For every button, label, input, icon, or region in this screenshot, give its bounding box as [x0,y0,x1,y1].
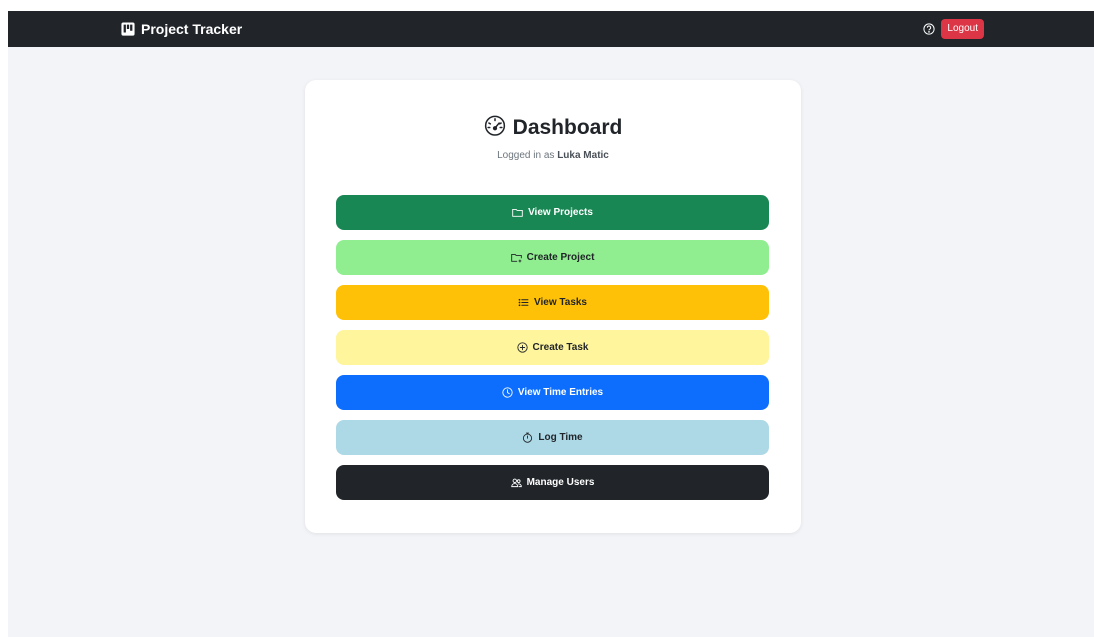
create-task-label: Create Task [532,342,589,353]
view-tasks-label: View Tasks [534,297,587,308]
logged-in-text: Logged in as Luka Matic [305,150,801,161]
question-circle-icon[interactable] [923,23,935,35]
dashboard-card: Dashboard Logged in as Luka Matic View P… [305,80,801,533]
view-projects-button[interactable]: View Projects [336,195,769,230]
dashboard-actions: View Projects Create Project View Tasks … [336,195,769,510]
view-time-entries-label: View Time Entries [517,387,604,398]
create-project-label: Create Project [526,252,595,263]
view-time-entries-button[interactable]: View Time Entries [336,375,769,410]
list-icon [518,297,529,308]
logout-button[interactable]: Logout [941,19,984,39]
app-window: Project Tracker Logout Dashboard Logged … [8,11,1094,637]
clock-icon [502,387,513,398]
logged-in-prefix: Logged in as [497,150,555,161]
brand-link[interactable]: Project Tracker [121,11,242,47]
manage-users-button[interactable]: Manage Users [336,465,769,500]
dashboard-title: Dashboard [512,115,623,139]
log-time-label: Log Time [538,432,583,443]
stopwatch-icon [522,432,533,443]
view-tasks-button[interactable]: View Tasks [336,285,769,320]
log-time-button[interactable]: Log Time [336,420,769,455]
page-title: Dashboard [305,114,801,141]
folder-plus-icon [510,252,522,263]
navbar-actions: Logout [923,11,984,47]
create-project-button[interactable]: Create Project [336,240,769,275]
people-icon [510,477,522,488]
speedometer-icon [484,114,506,141]
kanban-icon [121,22,135,36]
brand-title: Project Tracker [141,21,243,37]
top-navbar: Project Tracker Logout [8,11,1094,47]
create-task-button[interactable]: Create Task [336,330,769,365]
view-projects-label: View Projects [528,207,593,218]
plus-circle-icon [516,342,528,353]
folder-icon [512,207,523,218]
manage-users-label: Manage Users [526,477,595,488]
user-name: Luka Matic [557,150,609,161]
